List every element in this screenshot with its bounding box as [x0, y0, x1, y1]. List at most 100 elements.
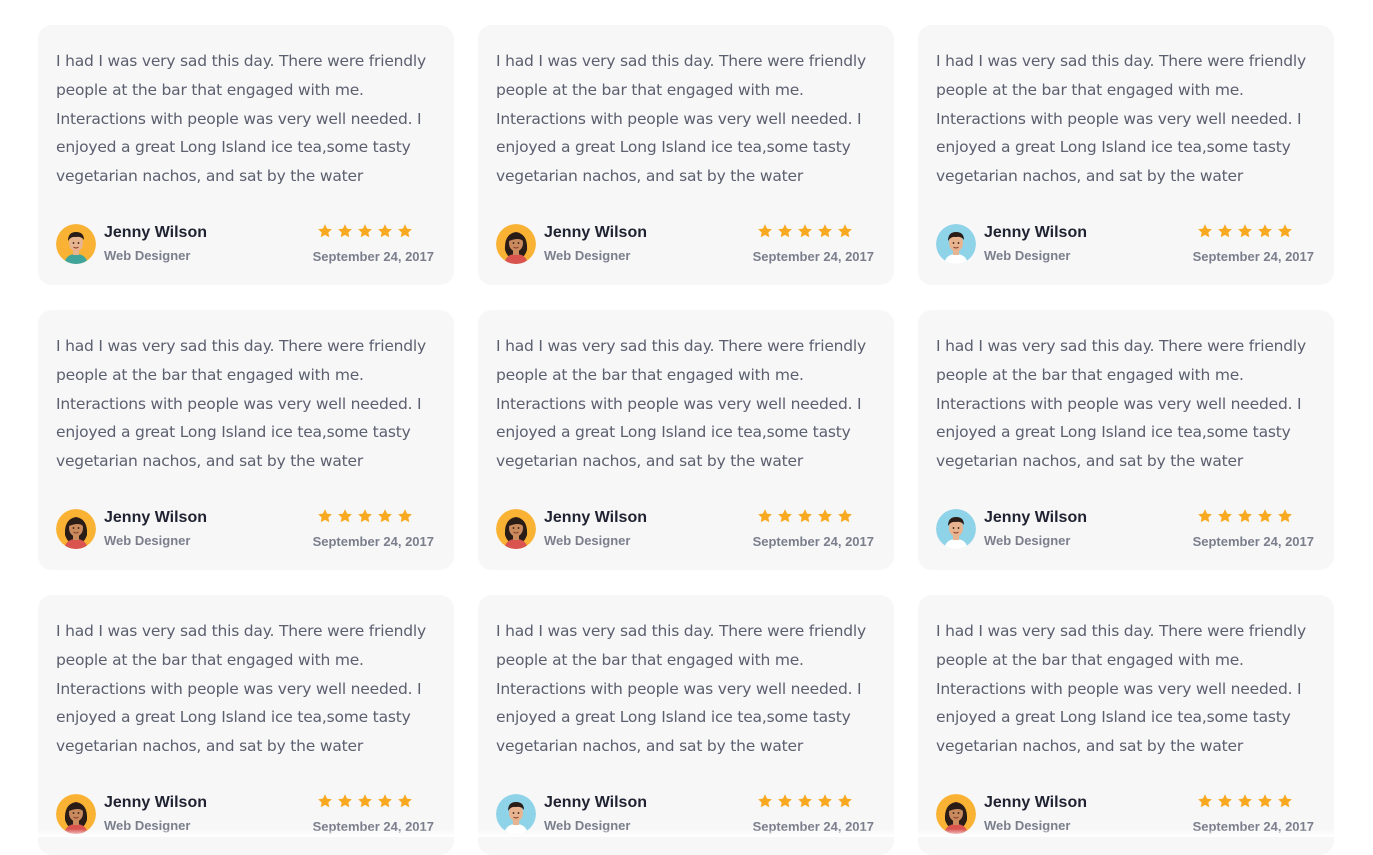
star-icon	[1198, 794, 1212, 808]
star-icon	[1218, 794, 1232, 808]
reviewer-avatar	[56, 224, 96, 264]
review-text: I had I was very sad this day. There wer…	[56, 622, 426, 756]
review-text: I had I was very sad this day. There wer…	[936, 52, 1306, 186]
star-icon	[838, 224, 852, 238]
reviewer-avatar	[496, 794, 536, 834]
review-text: I had I was very sad this day. There wer…	[936, 337, 1306, 471]
star-icon	[1218, 509, 1232, 523]
star-icon	[1278, 509, 1292, 523]
reviewer-avatar	[496, 509, 536, 549]
reviewer-avatar	[936, 224, 976, 264]
star-icon	[1238, 794, 1252, 808]
star-icon	[1258, 794, 1272, 808]
star-icon	[318, 509, 332, 523]
review-text: I had I was very sad this day. There wer…	[496, 337, 866, 471]
review-card: I had I was very sad this day. There wer…	[478, 310, 894, 570]
reviewer-name: Jenny Wilson	[984, 509, 1087, 526]
star-icon	[818, 224, 832, 238]
review-card: I had I was very sad this day. There wer…	[38, 595, 454, 855]
review-text: I had I was very sad this day. There wer…	[496, 622, 866, 756]
testimonials-grid: I had I was very sad this day. There wer…	[38, 25, 1334, 855]
review-text: I had I was very sad this day. There wer…	[56, 52, 426, 186]
review-text: I had I was very sad this day. There wer…	[56, 337, 426, 471]
review-card: I had I was very sad this day. There wer…	[918, 25, 1334, 285]
star-icon	[1198, 509, 1212, 523]
star-rating	[1197, 793, 1293, 809]
star-icon	[398, 224, 412, 238]
star-icon	[818, 794, 832, 808]
star-rating	[317, 223, 413, 239]
star-icon	[778, 794, 792, 808]
reviewer-avatar	[496, 224, 536, 264]
star-icon	[358, 224, 372, 238]
star-icon	[758, 224, 772, 238]
star-icon	[338, 509, 352, 523]
reviewer-role: Web Designer	[104, 248, 191, 263]
reviewer-role: Web Designer	[984, 533, 1071, 548]
star-icon	[838, 509, 852, 523]
star-icon	[318, 224, 332, 238]
star-icon	[378, 794, 392, 808]
review-date: September 24, 2017	[312, 249, 434, 264]
review-footer: Jenny Wilson Web Designer September 24, …	[56, 223, 434, 265]
star-icon	[798, 224, 812, 238]
review-card: I had I was very sad this day. There wer…	[38, 25, 454, 285]
star-icon	[758, 794, 772, 808]
reviewer-name: Jenny Wilson	[544, 224, 647, 241]
star-icon	[1258, 224, 1272, 238]
star-icon	[798, 794, 812, 808]
star-icon	[1238, 509, 1252, 523]
star-icon	[1198, 224, 1212, 238]
star-icon	[398, 509, 412, 523]
review-footer: Jenny Wilson Web Designer September 24, …	[56, 508, 434, 550]
star-icon	[338, 794, 352, 808]
star-icon	[358, 794, 372, 808]
reviewer-role: Web Designer	[544, 248, 631, 263]
star-rating	[317, 793, 413, 809]
review-date: September 24, 2017	[752, 249, 874, 264]
reviewer-name: Jenny Wilson	[104, 794, 207, 811]
reviewer-avatar	[56, 509, 96, 549]
star-icon	[758, 509, 772, 523]
star-icon	[1278, 794, 1292, 808]
review-footer: Jenny Wilson Web Designer September 24, …	[496, 508, 874, 550]
star-icon	[1258, 509, 1272, 523]
reviewer-name: Jenny Wilson	[104, 224, 207, 241]
review-card: I had I was very sad this day. There wer…	[478, 25, 894, 285]
star-rating	[757, 223, 853, 239]
star-icon	[818, 509, 832, 523]
star-icon	[1238, 224, 1252, 238]
review-card: I had I was very sad this day. There wer…	[918, 595, 1334, 855]
star-icon	[778, 509, 792, 523]
star-icon	[318, 794, 332, 808]
reviewer-avatar	[936, 509, 976, 549]
star-icon	[378, 509, 392, 523]
reviewer-role: Web Designer	[104, 533, 191, 548]
star-icon	[338, 224, 352, 238]
review-date: September 24, 2017	[1192, 249, 1314, 264]
star-icon	[798, 509, 812, 523]
reviewer-name: Jenny Wilson	[984, 224, 1087, 241]
review-card: I had I was very sad this day. There wer…	[918, 310, 1334, 570]
reviewer-role: Web Designer	[544, 533, 631, 548]
review-date: September 24, 2017	[752, 534, 874, 549]
star-icon	[838, 794, 852, 808]
review-date: September 24, 2017	[1192, 534, 1314, 549]
review-card: I had I was very sad this day. There wer…	[38, 310, 454, 570]
star-rating	[757, 508, 853, 524]
star-icon	[358, 509, 372, 523]
reviewer-role: Web Designer	[984, 248, 1071, 263]
star-rating	[1197, 223, 1293, 239]
star-icon	[1218, 224, 1232, 238]
reviewer-name: Jenny Wilson	[104, 509, 207, 526]
reviewer-avatar	[936, 794, 976, 834]
star-icon	[778, 224, 792, 238]
review-card: I had I was very sad this day. There wer…	[478, 595, 894, 855]
star-icon	[1278, 224, 1292, 238]
review-footer: Jenny Wilson Web Designer September 24, …	[496, 223, 874, 265]
reviewer-name: Jenny Wilson	[544, 794, 647, 811]
star-icon	[398, 794, 412, 808]
review-footer: Jenny Wilson Web Designer September 24, …	[936, 223, 1314, 265]
star-rating	[1197, 508, 1293, 524]
star-rating	[317, 508, 413, 524]
